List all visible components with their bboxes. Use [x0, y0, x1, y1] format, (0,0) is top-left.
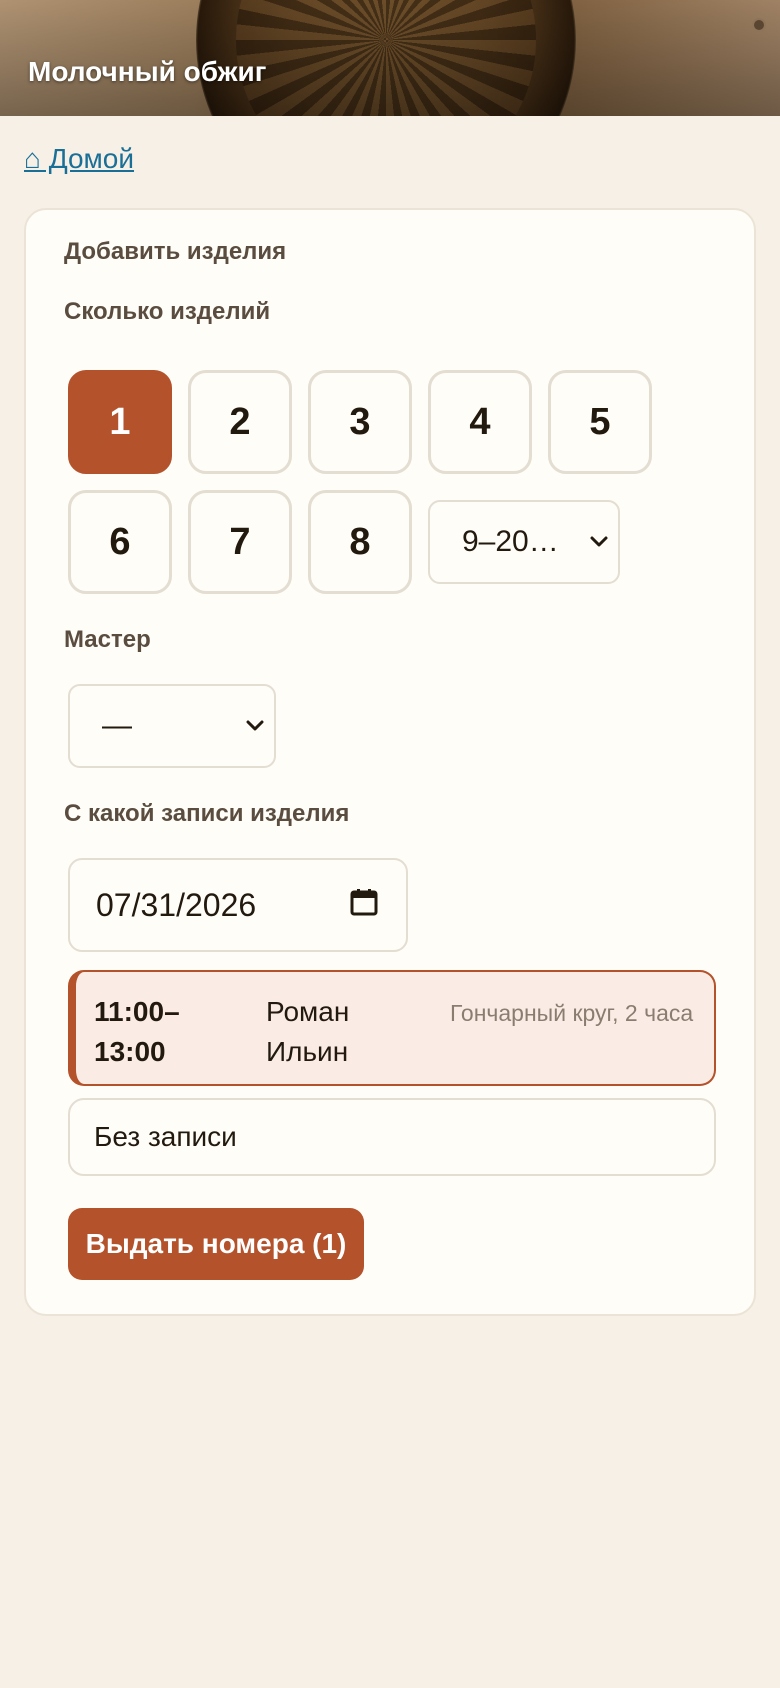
page-title: Молочный обжиг [28, 56, 267, 87]
quantity-button-1[interactable]: 1 [68, 370, 172, 474]
quantity-button-4[interactable]: 4 [428, 370, 532, 474]
no-booking-option[interactable]: Без записи [68, 1098, 716, 1176]
quantity-button-5[interactable]: 5 [548, 370, 652, 474]
chevron-down-icon [244, 715, 266, 737]
calendar-icon[interactable] [350, 887, 378, 924]
home-link[interactable]: ⌂ Домой [24, 143, 134, 175]
quantity-more-value: 9–20… [462, 525, 559, 558]
no-booking-label: Без записи [94, 1121, 237, 1152]
status-dot-icon [752, 18, 766, 32]
booking-service: Гончарный круг, 2 часа [450, 1000, 694, 1026]
booking-label: С какой записи изделия [64, 800, 350, 827]
master-label: Мастер [64, 626, 151, 653]
date-input[interactable]: 07/31/2026 [68, 858, 408, 952]
quantity-more-select[interactable]: 9–20… [428, 500, 620, 584]
master-select[interactable]: — [68, 684, 276, 768]
chevron-down-icon [588, 531, 610, 553]
booking-option-selected[interactable]: 11:00–13:00 Роман Ильин Гончарный круг, … [68, 970, 716, 1086]
quantity-label: Сколько изделий [64, 298, 271, 325]
submit-button[interactable]: Выдать номера (1) [68, 1208, 364, 1280]
quantity-button-3[interactable]: 3 [308, 370, 412, 474]
master-value: — [102, 709, 132, 742]
date-value: 07/31/2026 [96, 886, 257, 923]
booking-time: 11:00–13:00 [94, 996, 180, 1067]
booking-master: Роман Ильин [266, 996, 350, 1067]
quantity-button-8[interactable]: 8 [308, 490, 412, 594]
section-title: Добавить изделия [64, 238, 287, 265]
quantity-button-6[interactable]: 6 [68, 490, 172, 594]
add-items-card: Добавить изделия Сколько изделий 1 2 3 4… [24, 208, 756, 1316]
header-banner: Молочный обжиг [0, 0, 780, 116]
quantity-button-7[interactable]: 7 [188, 490, 292, 594]
quantity-button-2[interactable]: 2 [188, 370, 292, 474]
